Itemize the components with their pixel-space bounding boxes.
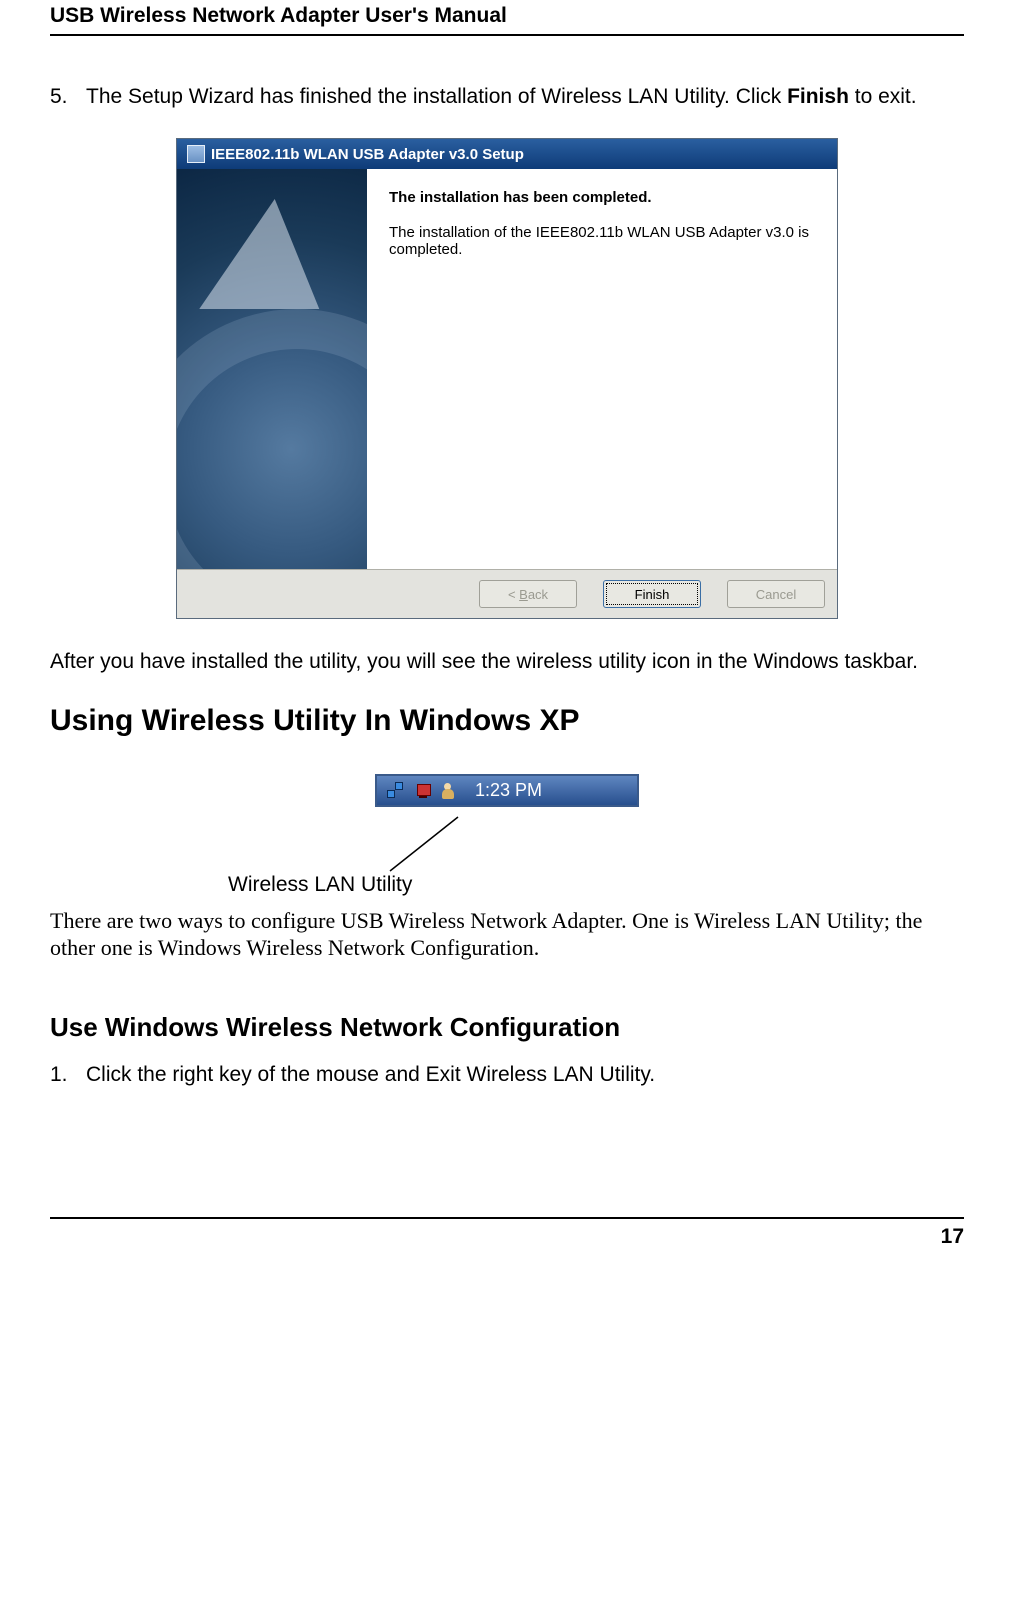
step-5-text-bold: Finish (787, 85, 849, 108)
installer-title: IEEE802.11b WLAN USB Adapter v3.0 Setup (211, 146, 524, 163)
page-header: USB Wireless Network Adapter User's Manu… (50, 0, 964, 36)
wireless-lan-utility-icon[interactable] (413, 780, 433, 800)
installer-content: The installation has been completed. The… (367, 169, 837, 569)
installer-titlebar: IEEE802.11b WLAN USB Adapter v3.0 Setup (177, 139, 837, 169)
tray-clock: 1:23 PM (475, 780, 542, 801)
installer-button-row: < Back Finish Cancel (177, 569, 837, 618)
page-footer: 17 (50, 1217, 964, 1249)
callout-label: Wireless LAN Utility (228, 873, 412, 897)
system-tray: 1:23 PM (375, 774, 639, 807)
back-button: < Back (479, 580, 577, 608)
step-5-number: 5. (50, 84, 86, 110)
installer-body-text: The installation of the IEEE802.11b WLAN… (389, 224, 815, 258)
heading-use-config: Use Windows Wireless Network Configurati… (50, 1012, 964, 1043)
back-button-label: < Back (508, 587, 548, 602)
step-5-text: The Setup Wizard has finished the instal… (86, 84, 964, 110)
installer-icon (187, 145, 205, 163)
step-1-number: 1. (50, 1063, 86, 1087)
installer-window: IEEE802.11b WLAN USB Adapter v3.0 Setup … (176, 138, 838, 619)
callout-line-icon (380, 813, 500, 877)
installer-sidebar-image (177, 169, 367, 569)
step-1: 1. Click the right key of the mouse and … (50, 1063, 964, 1087)
callout: Wireless LAN Utility (50, 817, 964, 897)
network-icon[interactable] (385, 780, 405, 800)
step-5-text-post: to exit. (849, 85, 917, 108)
finish-button[interactable]: Finish (603, 580, 701, 608)
two-ways-text: There are two ways to configure USB Wire… (50, 907, 964, 962)
step-1-text: Click the right key of the mouse and Exi… (86, 1063, 655, 1087)
heading-windows-xp: Using Wireless Utility In Windows XP (50, 704, 964, 738)
after-install-text: After you have installed the utility, yo… (50, 649, 964, 675)
installer-headline: The installation has been completed. (389, 189, 815, 206)
installer-body: The installation has been completed. The… (177, 169, 837, 569)
step-5-text-pre: The Setup Wizard has finished the instal… (86, 85, 787, 108)
users-icon[interactable] (441, 780, 461, 800)
step-5: 5. The Setup Wizard has finished the ins… (50, 84, 964, 110)
page-number: 17 (941, 1225, 964, 1248)
cancel-button: Cancel (727, 580, 825, 608)
